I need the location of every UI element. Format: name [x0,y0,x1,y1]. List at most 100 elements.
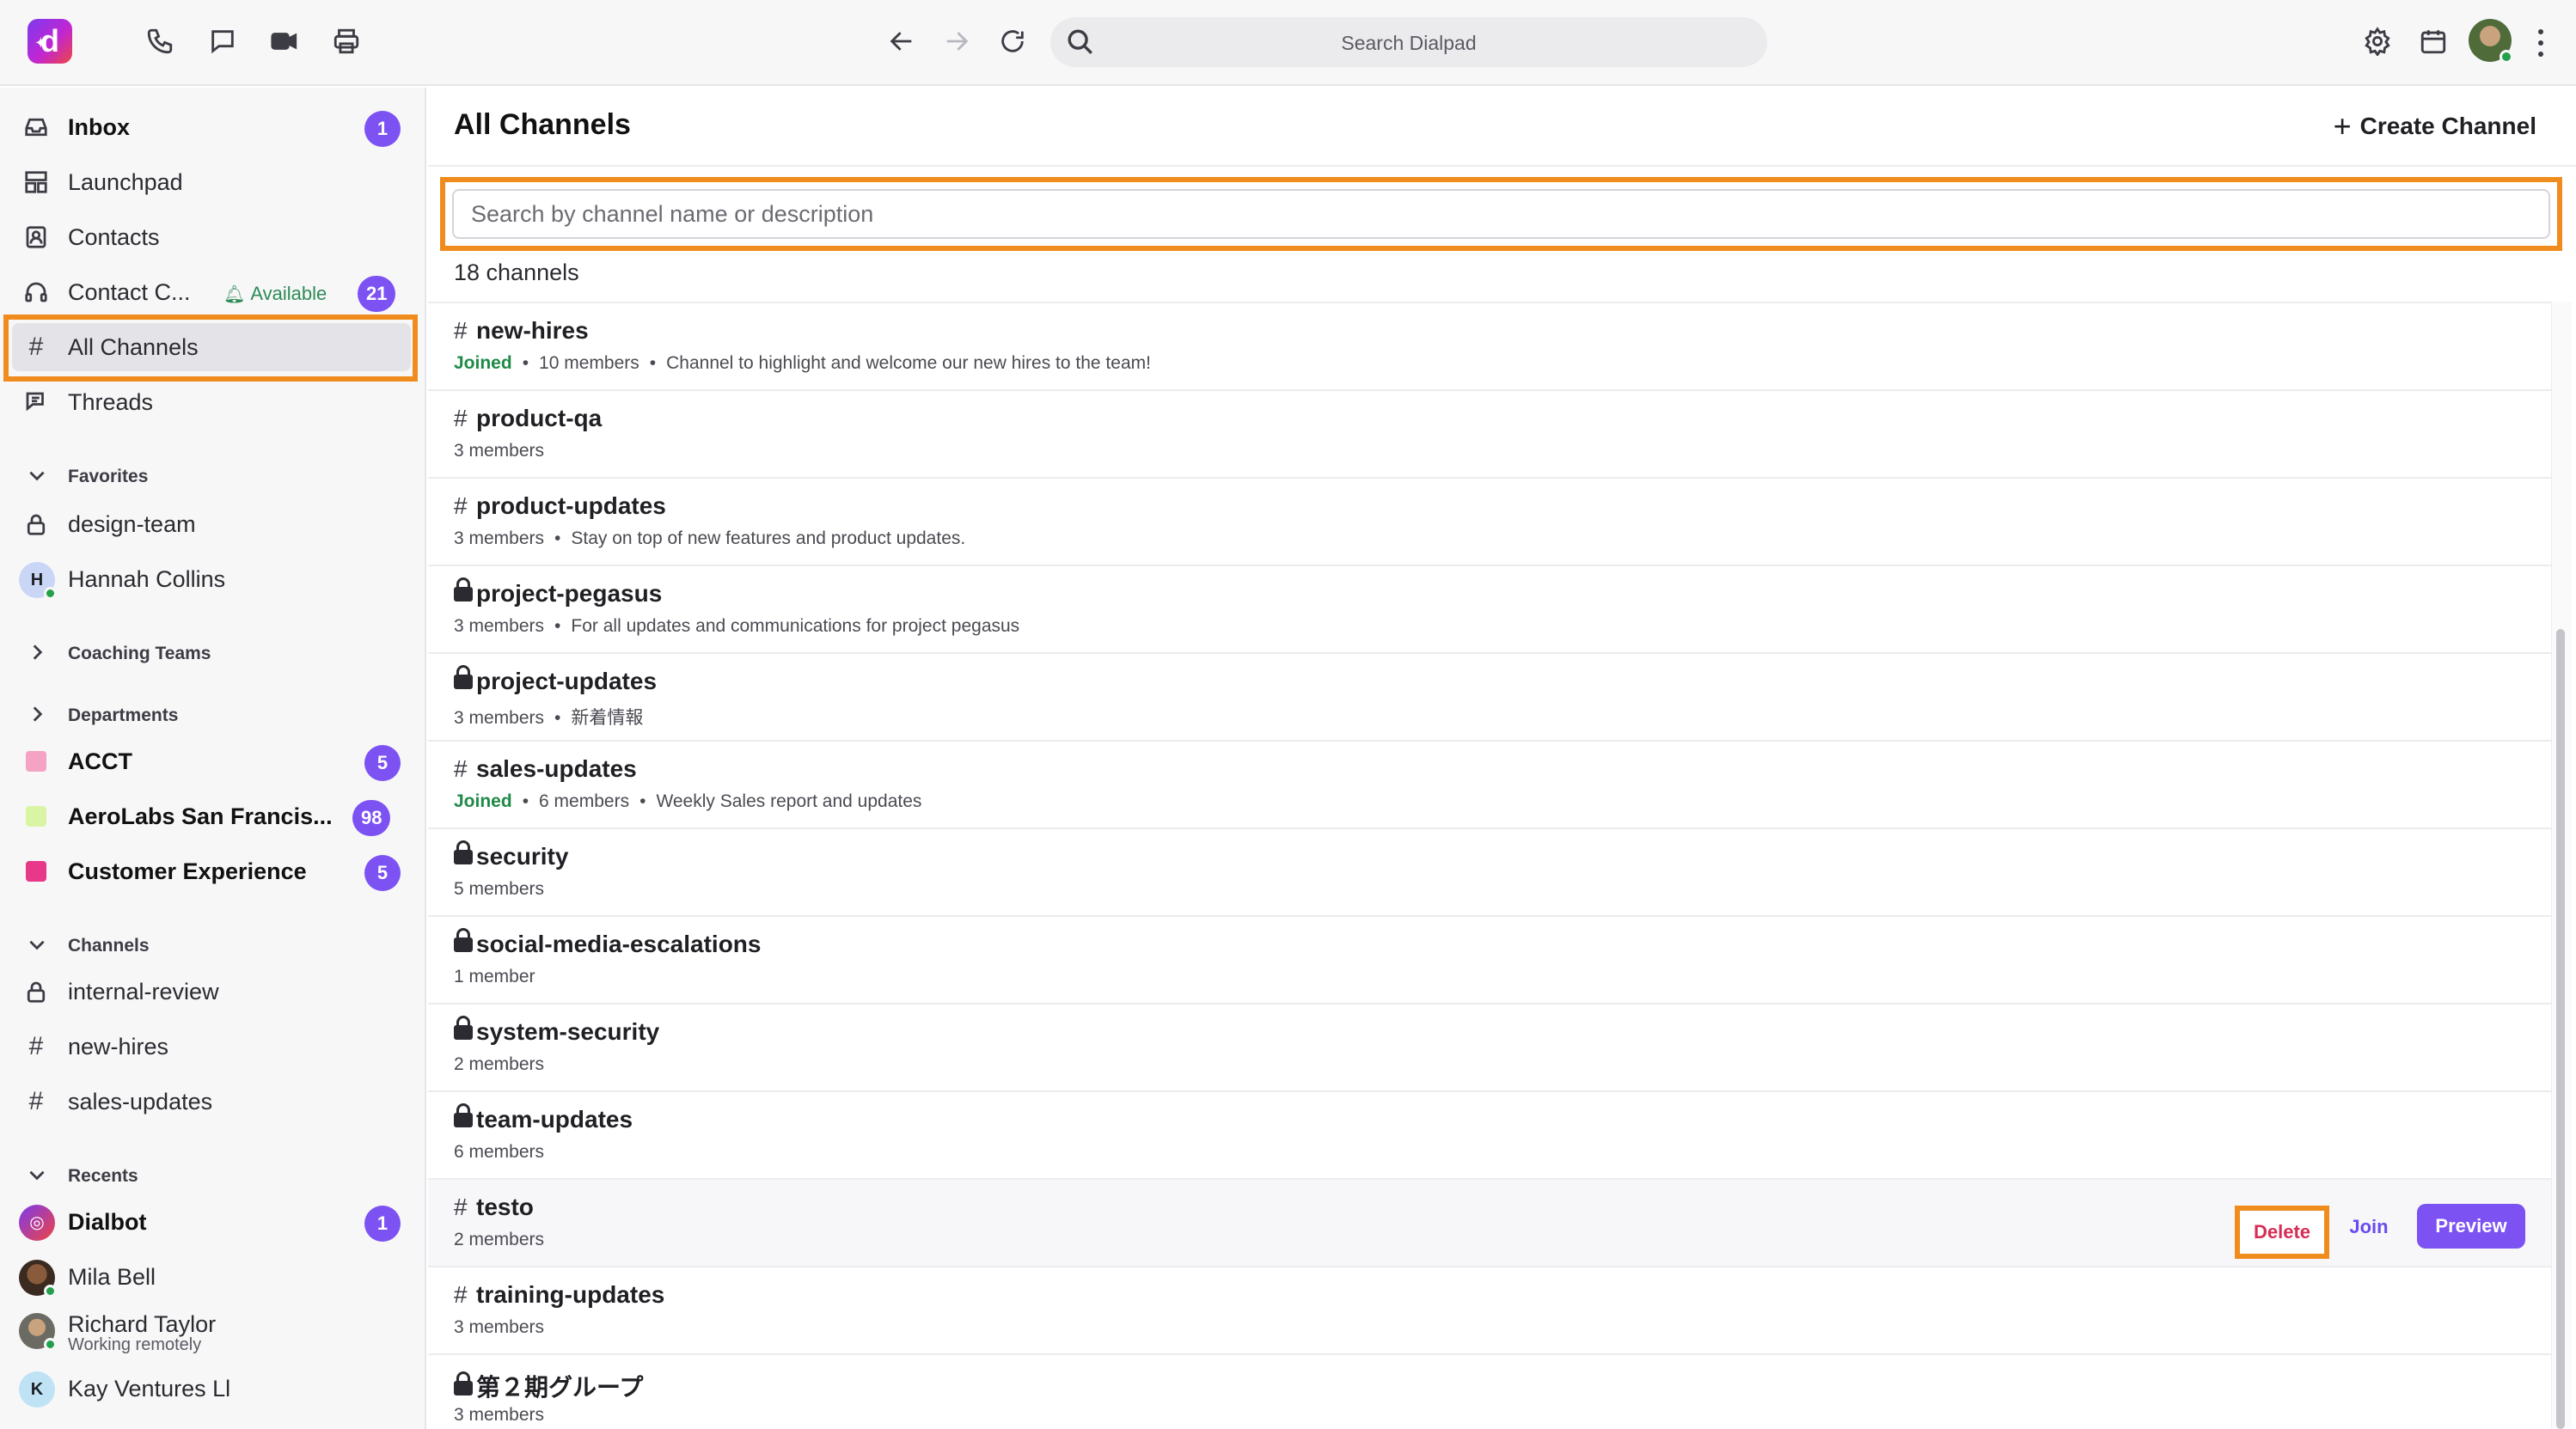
sidebar-item-contact-center[interactable]: Contact C... 🔔︎ Available 21 [0,265,425,320]
forward-arrow-icon[interactable] [939,24,974,58]
more-options-icon[interactable] [2532,26,2549,60]
sidebar-item-contacts[interactable]: Contacts [0,210,425,265]
calendar-icon[interactable] [2416,24,2451,58]
channel-name[interactable]: # testo [454,1194,534,1221]
channel-name[interactable]: system-security [454,1016,659,1046]
channel-row[interactable]: social-media-escalations 1 member [428,917,2551,1005]
sidebar-item-label: Richard Taylor [68,1311,217,1337]
sidebar-item-label: Customer Experience [68,858,307,884]
channel-new-hires[interactable]: # new-hires [0,1019,425,1074]
bullet-separator: • [554,708,561,728]
lock-icon [454,1371,473,1396]
section-coaching-teams[interactable]: Coaching Teams [0,636,425,670]
department-acct[interactable]: ACCT 5 [0,734,425,789]
bullet-separator: • [522,353,529,373]
favorite-hannah-collins[interactable]: H Hannah Collins [0,552,425,607]
department-customer-experience[interactable]: Customer Experience 5 [0,844,425,899]
channel-name[interactable]: 第２期グループ [454,1369,643,1403]
member-count: 1 member [454,967,535,986]
lock-icon [454,928,473,953]
channel-internal-review[interactable]: internal-review [0,964,425,1019]
join-button[interactable]: Join [2341,1206,2396,1249]
top-bar: ✦ d Search Dialpad [0,0,2576,86]
back-arrow-icon[interactable] [884,24,919,58]
recent-richard-taylor[interactable]: Richard Taylor Working remotely [0,1303,425,1363]
recent-mila-bell[interactable]: Mila Bell [0,1249,425,1304]
channel-meta: 3 members • 新着情報 [454,704,643,730]
channel-row[interactable]: project-updates 3 members • 新着情報 [428,654,2551,742]
avatar [19,1313,57,1351]
sidebar-item-launchpad[interactable]: Launchpad [0,155,425,210]
sidebar-item-inbox[interactable]: Inbox 1 [0,100,425,155]
channel-row[interactable]: # new-hires Joined • 10 members • Channel to h… [428,303,2551,391]
unread-badge: 5 [364,745,401,781]
recent-kay-ventures[interactable]: K Kay Ventures Ll [0,1361,425,1416]
online-status-dot [44,587,57,600]
lock-icon [454,840,473,865]
recent-dialbot[interactable]: ◎ Dialbot 1 [0,1194,425,1249]
channel-name-text: sales-updates [476,755,637,782]
channel-row[interactable]: team-updates 6 members [428,1092,2551,1180]
channel-name[interactable]: # product-updates [454,492,666,520]
member-count: 6 members [539,791,630,811]
channel-name[interactable]: # new-hires [454,317,589,345]
bullet-separator: • [554,616,561,636]
headset-icon [22,278,50,306]
preview-button[interactable]: Preview [2417,1204,2525,1249]
channel-row[interactable]: security 5 members [428,829,2551,917]
channel-name[interactable]: security [454,840,568,870]
video-icon[interactable] [267,24,302,58]
global-search[interactable]: Search Dialpad [1050,17,1767,67]
section-channels[interactable]: Channels [0,928,425,962]
online-status-dot [2500,50,2513,64]
channel-name[interactable]: social-media-escalations [454,928,762,958]
channel-name[interactable]: # sales-updates [454,755,637,783]
chevron-right-icon [26,641,48,663]
gear-icon[interactable] [2360,24,2395,58]
channel-name[interactable]: # product-qa [454,405,602,432]
sidebar-item-label: Contacts [68,224,160,250]
dialbot-icon: ◎ [19,1205,55,1241]
channel-row[interactable]: # testo 2 members Delete Join Preview [428,1180,2551,1267]
channel-name[interactable]: project-pegasus [454,577,662,608]
department-aerolabs[interactable]: AeroLabs San Francis... 98 [0,789,425,844]
sidebar: Inbox 1 Launchpad Contacts Contact C... … [0,88,426,1429]
scrollbar-thumb[interactable] [2556,629,2565,1429]
section-title: Recents [68,1166,138,1186]
channel-row[interactable]: # product-qa 3 members [428,391,2551,479]
channel-row[interactable]: # training-updates 3 members [428,1267,2551,1355]
channel-name[interactable]: project-updates [454,665,658,695]
favorite-design-team[interactable]: design-team [0,497,425,552]
sidebar-item-threads[interactable]: Threads [0,375,425,430]
dialpad-logo[interactable]: ✦ d [28,19,72,64]
refresh-icon[interactable] [995,24,1030,58]
delete-button[interactable]: Delete [2235,1206,2329,1259]
channel-meta: 3 members [454,1317,544,1338]
page-title: All Channels [454,108,631,141]
printer-icon[interactable] [329,24,364,58]
channel-row[interactable]: 第２期グループ 3 members [428,1355,2551,1429]
availability-status[interactable]: 🔔︎ Available [223,283,327,305]
channel-row[interactable]: # sales-updates Joined • 6 members • Weekly Sa… [428,742,2551,829]
user-avatar[interactable] [2469,19,2513,64]
channel-sales-updates[interactable]: # sales-updates [0,1074,425,1129]
message-icon[interactable] [205,24,240,58]
channel-search-input[interactable] [452,189,2550,239]
channel-name-text: project-updates [476,668,658,694]
member-count: 3 members [454,1317,545,1337]
lock-icon [454,665,473,690]
create-channel-button[interactable]: + Create Channel [2334,108,2536,144]
phone-icon[interactable] [143,24,177,58]
divider [428,165,2576,167]
channel-row[interactable]: project-pegasus 3 members • For all updates… [428,566,2551,654]
channel-row[interactable]: system-security 2 members [428,1005,2551,1092]
global-search-placeholder: Search Dialpad [1341,32,1477,54]
channel-row[interactable]: # product-updates 3 members • Stay on top of… [428,479,2551,566]
section-favorites[interactable]: Favorites [0,459,425,493]
section-departments[interactable]: Departments [0,698,425,732]
section-recents[interactable]: Recents [0,1158,425,1193]
launchpad-icon [22,168,50,196]
channel-name-text: social-media-escalations [476,931,762,957]
channel-name[interactable]: # training-updates [454,1281,664,1309]
channel-name[interactable]: team-updates [454,1103,633,1133]
